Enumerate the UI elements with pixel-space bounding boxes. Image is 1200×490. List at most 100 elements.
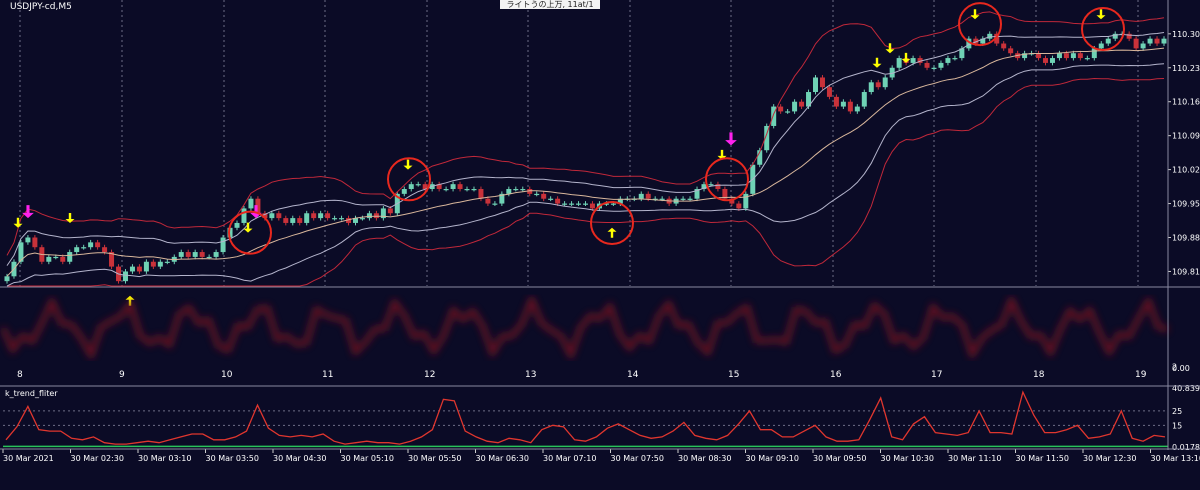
indicator-panel: 40.8395 25 15 0.0178 [3,384,1200,452]
candle [95,242,101,248]
time-tick-label: 30 Mar 12:30 [1083,454,1136,463]
price-tick-label: 109.880 [1172,234,1200,243]
candle [708,184,714,186]
candle [60,256,66,262]
price-tick-label: 110.300 [1172,30,1200,39]
candle [325,213,331,219]
candle [234,222,240,228]
candle [513,189,519,191]
candle [819,77,825,88]
indicator-tick-label: 0.0178 [1172,443,1200,452]
candle [53,256,59,259]
candle [269,213,275,219]
candle [213,252,219,257]
candle [81,247,87,249]
candle [534,193,540,196]
time-tick-label: 30 Mar 11:10 [948,454,1001,463]
time-tick-label: 30 Mar 04:30 [273,454,326,463]
down-arrow-strong-signal [725,132,737,146]
oscillator-tick-label: 0.00 [1172,364,1190,373]
candle [548,198,554,200]
candle [826,87,832,97]
candle [297,218,303,223]
candle [813,77,819,93]
candle [1049,58,1055,63]
time-tick-label: 30 Mar 07:50 [611,454,664,463]
candle [366,213,372,219]
candle [569,203,575,205]
candle [136,266,142,272]
indicator-tick-label: 25 [1172,407,1182,416]
indicator-tick-label: 40.8395 [1172,384,1200,393]
candle [680,198,686,200]
candle [150,261,156,267]
candle [199,252,205,257]
candle [450,184,456,190]
candle [415,184,421,186]
candle [102,247,108,253]
bar-axis-label: 11 [322,370,333,380]
candle [74,247,80,253]
candle [659,198,665,200]
candle [157,261,163,267]
highlight-circle [228,210,272,255]
candle [129,266,135,272]
candle [924,62,930,68]
candle [220,237,226,253]
up-arrow-signal [607,227,617,238]
candle [478,189,484,199]
candle [778,106,784,112]
indicator-tick-label: 15 [1172,421,1182,430]
candle [206,256,212,259]
candle [1043,58,1049,63]
bar-axis-label: 13 [525,370,536,380]
candle [1077,53,1083,59]
oscillator-panel: 20.00 [0,293,1190,373]
time-tick-label: 30 Mar 09:10 [746,454,799,463]
candle [520,189,526,191]
candle [1001,43,1007,49]
candle [1063,53,1069,59]
candle [1161,38,1167,44]
candle [192,252,198,257]
candle [1084,58,1090,60]
time-tick-label: 30 Mar 2021 [3,454,54,463]
price-tick-label: 110.160 [1172,98,1200,107]
band-outer-upper [6,11,1165,256]
time-tick-label: 30 Mar 09:50 [813,454,866,463]
candle [32,237,38,248]
candle [589,203,595,209]
candle [854,106,860,112]
candle [387,208,393,214]
candle [1154,38,1160,44]
candle [67,252,73,262]
candle [283,218,289,223]
candle [1056,53,1062,59]
candle [610,203,616,205]
time-tick-label: 30 Mar 05:10 [341,454,394,463]
time-tick-label: 30 Mar 03:10 [138,454,191,463]
candle [987,33,993,39]
candle [276,213,282,219]
time-tick-label: 30 Mar 13:10 [1151,454,1200,463]
time-tick-label: 30 Mar 10:30 [881,454,934,463]
candle [241,208,247,223]
time-tick-label: 30 Mar 02:30 [71,454,124,463]
candle [583,203,588,205]
candle [1140,43,1146,49]
candle [638,193,644,199]
candle [492,203,498,205]
bar-axis-label: 9 [119,370,125,380]
chart-canvas: 110.300 110.230 110.160 110.090 110.020 109.9… [0,0,1200,463]
candle [122,271,128,282]
time-tick-label: 30 Mar 08:30 [678,454,731,463]
candle [868,82,874,93]
bar-axis-label: 16 [830,370,842,380]
bar-axis-label: 19 [1135,370,1147,380]
time-tick-label: 30 Mar 07:10 [543,454,596,463]
oscillator-line [0,293,1169,362]
candle [25,237,31,243]
candle [847,101,853,112]
candle [318,213,324,219]
bar-axis-label: 15 [728,370,739,380]
